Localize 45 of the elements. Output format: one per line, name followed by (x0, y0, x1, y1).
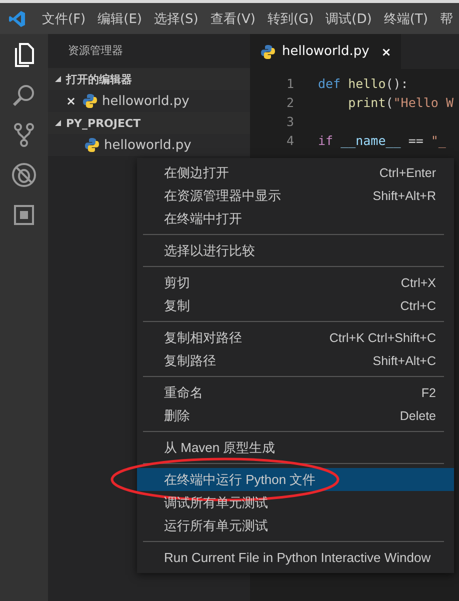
menu-item[interactable]: 重命名 F2 (137, 381, 454, 404)
menu-item[interactable]: 查看(V) (204, 10, 262, 28)
menu-item[interactable]: 选择(S) (148, 10, 204, 28)
code-line: if __name__ == "_ (318, 133, 446, 148)
menu-item[interactable]: 复制 Ctrl+C (137, 294, 454, 317)
section-header[interactable]: PY_PROJECT (48, 112, 250, 134)
code-line: print("Hello W (347, 95, 454, 110)
code-line: def hello(): (318, 76, 408, 91)
editor-tab[interactable]: helloworld.py × (250, 34, 402, 69)
extensions-icon[interactable] (12, 203, 36, 227)
menu-item[interactable]: 调试(D) (320, 10, 378, 28)
close-icon[interactable]: × (66, 94, 78, 108)
branch-icon[interactable] (12, 122, 36, 148)
line-number: 1 (285, 76, 295, 91)
line-number: 3 (285, 114, 295, 129)
section-header[interactable]: 打开的编辑器 (48, 68, 250, 90)
menu-item[interactable]: 在侧边打开 Ctrl+Enter (137, 161, 454, 184)
menu-item[interactable]: 转到(G) (261, 10, 320, 28)
menu-item[interactable]: 运行所有单元测试 (137, 514, 454, 537)
files-icon[interactable] (12, 42, 36, 68)
python-icon (260, 44, 276, 60)
line-number: 2 (285, 95, 295, 110)
menu-item[interactable]: 在资源管理器中显示 Shift+Alt+R (137, 184, 454, 207)
line-number: 4 (285, 133, 295, 148)
sidebar-title: 资源管理器 (67, 43, 124, 59)
menu-item[interactable]: 编辑(E) (92, 10, 148, 28)
menu-item[interactable]: 删除 Delete (137, 404, 454, 427)
menu-item[interactable]: 在终端中运行 Python 文件 (137, 468, 454, 491)
menu-item[interactable]: 复制路径 Shift+Alt+C (137, 349, 454, 372)
vscode-logo-icon[interactable] (8, 10, 26, 28)
menu-item[interactable]: 复制相对路径 Ctrl+K Ctrl+Shift+C (137, 326, 454, 349)
menu-item[interactable]: 帮 (434, 10, 459, 28)
menu-item[interactable]: Run Current File in Python Interactive Window (137, 546, 454, 569)
python-icon (84, 137, 100, 153)
file-item[interactable]: × helloworld.py (48, 90, 250, 112)
menu-item[interactable]: 剪切 Ctrl+X (137, 271, 454, 294)
menu-item[interactable]: 文件(F) (36, 10, 92, 28)
search-icon[interactable] (12, 83, 36, 107)
menu-item[interactable]: 选择以进行比较 (137, 239, 454, 262)
menu-item[interactable]: 终端(T) (378, 10, 434, 28)
menu-item[interactable]: 在终端中打开 (137, 207, 454, 230)
python-icon (82, 93, 98, 109)
close-icon[interactable]: × (381, 44, 392, 58)
file-item[interactable]: helloworld.py (48, 134, 250, 156)
menu-item[interactable]: 从 Maven 原型生成 (137, 436, 454, 459)
